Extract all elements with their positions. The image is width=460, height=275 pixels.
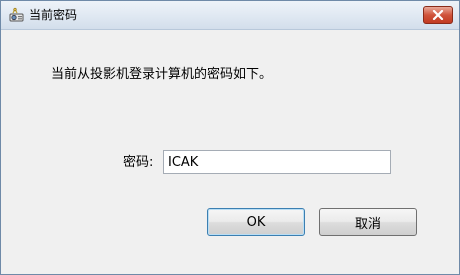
window-title: 当前密码 bbox=[29, 8, 78, 22]
title-bar: 当前密码 bbox=[1, 1, 459, 30]
dialog-content: 当前从投影机登录计算机的密码如下。 密码: OK 取消 bbox=[1, 30, 459, 274]
password-field[interactable] bbox=[163, 150, 391, 174]
close-icon bbox=[432, 10, 444, 20]
dialog-window: 当前密码 当前从投影机登录计算机的密码如下。 密码: OK 取消 bbox=[0, 0, 460, 275]
password-label: 密码: bbox=[123, 155, 154, 170]
info-message: 当前从投影机登录计算机的密码如下。 bbox=[51, 67, 273, 82]
close-button[interactable] bbox=[423, 6, 453, 24]
cancel-button[interactable]: 取消 bbox=[319, 208, 417, 236]
ok-button[interactable]: OK bbox=[207, 208, 305, 236]
projector-icon bbox=[9, 7, 25, 23]
